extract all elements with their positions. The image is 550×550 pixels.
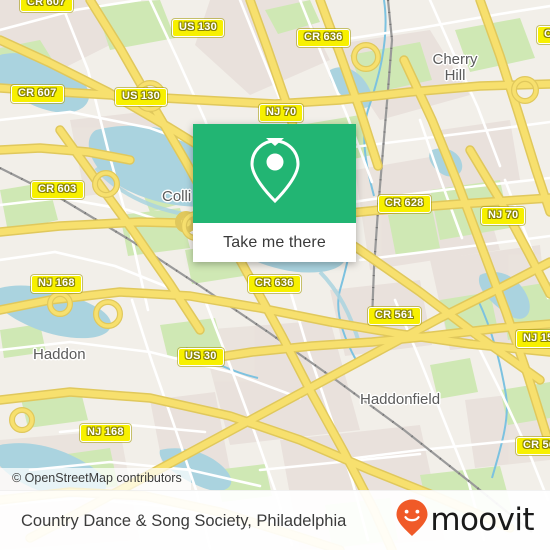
moovit-logo[interactable]: moovit (395, 498, 535, 543)
road-shield: CR 607 (20, 0, 73, 12)
place-label-cherry-hill: Cherry Hill (432, 51, 478, 84)
road-shield: CR 636 (297, 29, 350, 47)
road-shield: US 130 (172, 19, 224, 37)
road-shield: US 30 (178, 348, 224, 366)
place-label-haddon: Haddon (33, 346, 86, 363)
bottom-bar: Country Dance & Song Society, Philadelph… (0, 490, 550, 550)
road-shield: CR 636 (248, 275, 301, 293)
road-shield: NJ 168 (31, 275, 82, 293)
map-page: Colli Cherry Hill Haddon Haddonfield CR … (0, 0, 550, 550)
place-title: Country Dance & Song Society, Philadelph… (21, 511, 347, 530)
osm-attribution[interactable]: © OpenStreetMap contributors (0, 468, 191, 490)
road-shield: NJ 70 (481, 207, 526, 225)
road-shield: CR 607 (11, 85, 64, 103)
popup-pointer-tail (266, 138, 284, 146)
map-pin-icon (249, 138, 301, 209)
place-label-collingswood: Colli (162, 188, 192, 205)
road-shield: CR 636 (537, 26, 550, 44)
popup-action-bar[interactable]: Take me there (193, 223, 356, 262)
take-me-there-label: Take me there (223, 233, 326, 251)
road-shield: CR 561 (368, 307, 421, 325)
road-shield: CR 628 (378, 195, 431, 213)
road-shield: NJ 154 (516, 330, 550, 348)
road-shield: NJ 70 (259, 104, 304, 122)
moovit-wordmark: moovit (430, 502, 534, 538)
road-shield: US 130 (115, 88, 167, 106)
road-shield: NJ 168 (80, 424, 131, 442)
place-label-haddonfield: Haddonfield (360, 391, 441, 408)
road-shield: CR 603 (31, 181, 84, 199)
road-shield: CR 561 (516, 437, 550, 455)
moovit-smiley-pin-icon (395, 498, 429, 543)
